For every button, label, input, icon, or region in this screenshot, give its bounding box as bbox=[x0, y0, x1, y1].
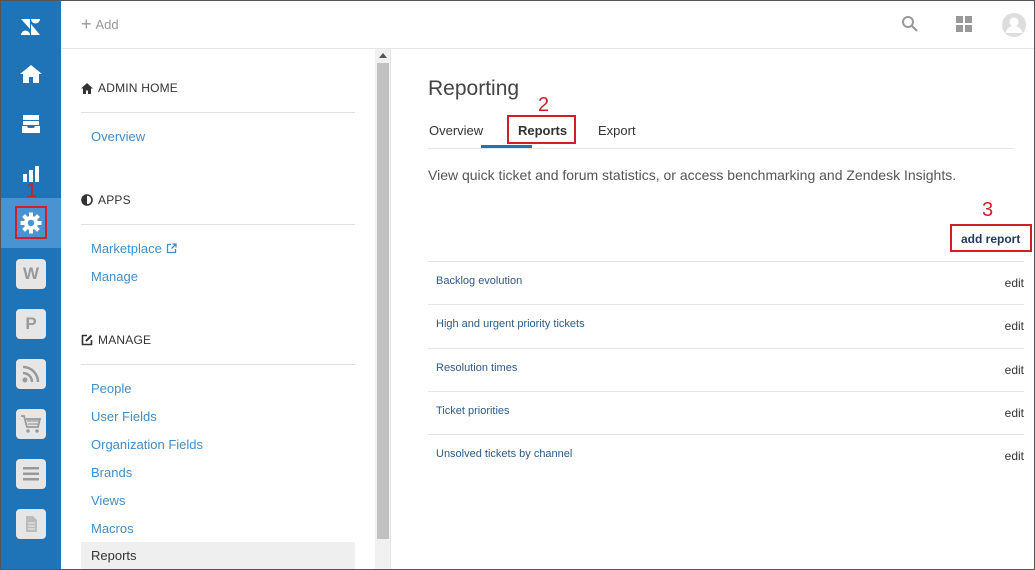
apps-heading-label: APPS bbox=[98, 193, 131, 207]
report-row: Resolution times edit bbox=[428, 348, 1024, 391]
tab-overview[interactable]: Overview bbox=[429, 123, 483, 138]
nav-link-macros[interactable]: Macros bbox=[91, 521, 134, 536]
admin-home-heading[interactable]: ADMIN HOME bbox=[81, 81, 178, 95]
w-app-tile: W bbox=[16, 259, 46, 289]
add-button[interactable]: + Add bbox=[81, 14, 119, 34]
manage-heading: MANAGE bbox=[81, 333, 151, 347]
nav-link-organization-fields[interactable]: Organization Fields bbox=[91, 437, 203, 452]
annotation-number-1: 1 bbox=[26, 180, 38, 202]
plus-icon: + bbox=[81, 14, 92, 34]
nav-link-views[interactable]: Views bbox=[91, 493, 125, 508]
report-edit-link[interactable]: edit bbox=[1005, 276, 1024, 290]
views-icon[interactable] bbox=[1, 99, 61, 149]
app-window: W P + Add ADMIN HOME Overview APPS Marke… bbox=[0, 0, 1035, 570]
report-name-link[interactable]: Resolution times bbox=[436, 362, 517, 374]
edit-box-icon bbox=[81, 334, 93, 346]
report-name-link[interactable]: Unsolved tickets by channel bbox=[436, 448, 572, 460]
report-edit-link[interactable]: edit bbox=[1005, 406, 1024, 420]
product-rail: W P bbox=[1, 1, 61, 569]
zendesk-logo-icon[interactable] bbox=[1, 1, 61, 51]
divider bbox=[81, 224, 355, 225]
report-row: Unsolved tickets by channel edit bbox=[428, 434, 1024, 477]
nav-link-apps-manage[interactable]: Manage bbox=[91, 269, 138, 284]
nav-link-marketplace[interactable]: Marketplace bbox=[91, 241, 177, 257]
home-icon[interactable] bbox=[1, 49, 61, 99]
nav-link-user-fields[interactable]: User Fields bbox=[91, 409, 157, 424]
report-row: Backlog evolution edit bbox=[428, 261, 1024, 304]
nav-link-people[interactable]: People bbox=[91, 381, 131, 396]
manage-heading-label: MANAGE bbox=[98, 333, 152, 347]
nav-link-marketplace-label: Marketplace bbox=[91, 241, 162, 256]
divider bbox=[81, 112, 355, 113]
apps-half-circle-icon bbox=[81, 194, 93, 206]
document-app-icon[interactable] bbox=[1, 499, 61, 549]
admin-nav-panel: ADMIN HOME Overview APPS Marketplace Man… bbox=[61, 49, 391, 569]
annotation-number-3: 3 bbox=[982, 199, 994, 221]
nav-scrollbar-thumb[interactable] bbox=[377, 63, 389, 539]
external-link-icon bbox=[166, 242, 177, 257]
top-bar: + Add bbox=[61, 1, 1034, 49]
report-name-link[interactable]: Ticket priorities bbox=[436, 405, 510, 417]
annotation-box-3 bbox=[950, 224, 1032, 252]
list-tile bbox=[16, 459, 46, 489]
search-icon[interactable] bbox=[901, 15, 919, 38]
apps-heading: APPS bbox=[81, 193, 131, 207]
rss-tile bbox=[16, 359, 46, 389]
p-app-icon[interactable]: P bbox=[1, 299, 61, 349]
page-title: Reporting bbox=[428, 77, 520, 100]
divider bbox=[81, 364, 355, 365]
main-content: Reporting Overview Reports Export View q… bbox=[392, 49, 1034, 569]
cart-tile bbox=[16, 409, 46, 439]
tab-export[interactable]: Export bbox=[598, 123, 636, 138]
report-name-link[interactable]: Backlog evolution bbox=[436, 275, 522, 287]
shopping-cart-app-icon[interactable] bbox=[1, 399, 61, 449]
report-row: High and urgent priority tickets edit bbox=[428, 304, 1024, 347]
scroll-up-arrow[interactable] bbox=[379, 53, 387, 58]
p-app-tile: P bbox=[16, 309, 46, 339]
user-avatar-icon[interactable] bbox=[1001, 12, 1027, 43]
annotation-box-2 bbox=[507, 115, 576, 144]
active-tab-indicator bbox=[481, 145, 532, 148]
report-name-link[interactable]: High and urgent priority tickets bbox=[436, 318, 585, 330]
report-edit-link[interactable]: edit bbox=[1005, 363, 1024, 377]
annotation-number-2: 2 bbox=[538, 94, 550, 116]
nav-link-overview[interactable]: Overview bbox=[91, 129, 145, 144]
report-row: Ticket priorities edit bbox=[428, 391, 1024, 434]
home-small-icon bbox=[81, 82, 93, 94]
add-button-label: Add bbox=[95, 16, 119, 32]
report-edit-link[interactable]: edit bbox=[1005, 449, 1024, 463]
reporting-description: View quick ticket and forum statistics, … bbox=[428, 167, 957, 183]
report-edit-link[interactable]: edit bbox=[1005, 319, 1024, 333]
admin-home-heading-label: ADMIN HOME bbox=[98, 81, 178, 95]
nav-link-reports[interactable]: Reports bbox=[81, 542, 355, 569]
product-tray-icon[interactable] bbox=[956, 16, 972, 37]
rss-app-icon[interactable] bbox=[1, 349, 61, 399]
list-app-icon[interactable] bbox=[1, 449, 61, 499]
annotation-box-1 bbox=[15, 206, 47, 239]
document-tile bbox=[16, 509, 46, 539]
wordpress-app-icon[interactable]: W bbox=[1, 249, 61, 299]
nav-link-brands[interactable]: Brands bbox=[91, 465, 132, 480]
